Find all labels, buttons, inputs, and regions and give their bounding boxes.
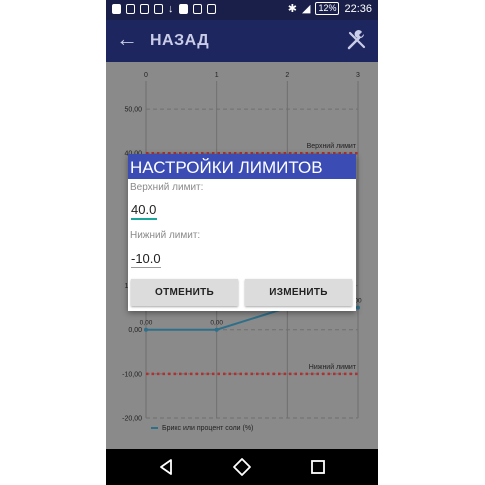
lower-limit-label: Нижний лимит: [130,230,201,241]
limits-dialog: НАСТРОЙКИ ЛИМИТОВ Верхний лимит: Нижний … [128,154,356,311]
y-tick-label: 50,00 [124,107,142,114]
series-point [356,305,360,310]
app-bar: ← НАЗАД [106,20,378,62]
x-tick-label: 3 [356,72,360,79]
lower-limit-label: Нижний лимит [309,363,357,371]
nav-recents-icon[interactable] [308,457,328,477]
dialog-title: НАСТРОЙКИ ЛИМИТОВ [128,154,356,179]
y-tick-label: 0,00 [128,327,142,334]
notification-icons: ↓ [112,3,216,15]
legend-label: Брикс или процент соли (%) [162,425,253,432]
upper-limit-label: Верхний лимит: [130,182,204,193]
x-tick-label: 2 [285,72,289,79]
point-label: 0,00 [140,320,153,327]
lower-limit-input[interactable] [131,251,163,268]
y-tick-label: -10,00 [122,371,142,378]
battery-indicator: 12% [315,2,340,15]
navigation-bar [106,449,378,485]
arrow-left-icon[interactable]: ← [116,28,138,50]
point-label: 0,00 [210,320,223,327]
notification-icon [112,4,121,14]
upper-limit-input[interactable] [131,202,159,219]
bluetooth-icon: ✱ [287,3,297,15]
status-bar: ↓ ✱ ◢ 12% 22:36 [106,0,378,20]
cancel-button[interactable]: ОТМЕНИТЬ [131,279,238,306]
x-tick-label: 1 [215,72,219,79]
clock: 22:36 [344,2,372,15]
image-icon [154,4,163,14]
upper-limit-label: Верхний лимит [307,142,357,150]
signal-icon: ◢ [301,3,311,15]
upper-limit-underline [131,218,157,220]
back-title[interactable]: НАЗАД [150,32,209,50]
x-tick-label: 0 [144,72,148,79]
y-tick-label: -20,00 [122,416,142,423]
download-icon: ↓ [168,3,174,15]
shield-icon [126,4,135,14]
message-icon [192,4,202,14]
apply-button[interactable]: ИЗМЕНИТЬ [245,279,352,306]
series-point [214,327,219,332]
tools-icon[interactable] [346,29,368,51]
box-icon [140,4,149,14]
nav-back-icon[interactable] [156,457,176,477]
lower-limit-underline [131,267,161,268]
save-icon [206,4,216,14]
series-point [144,327,148,332]
status-right: ✱ ◢ 12% 22:36 [288,2,372,15]
nav-home-icon[interactable] [232,457,252,477]
phone-icon [178,4,188,14]
